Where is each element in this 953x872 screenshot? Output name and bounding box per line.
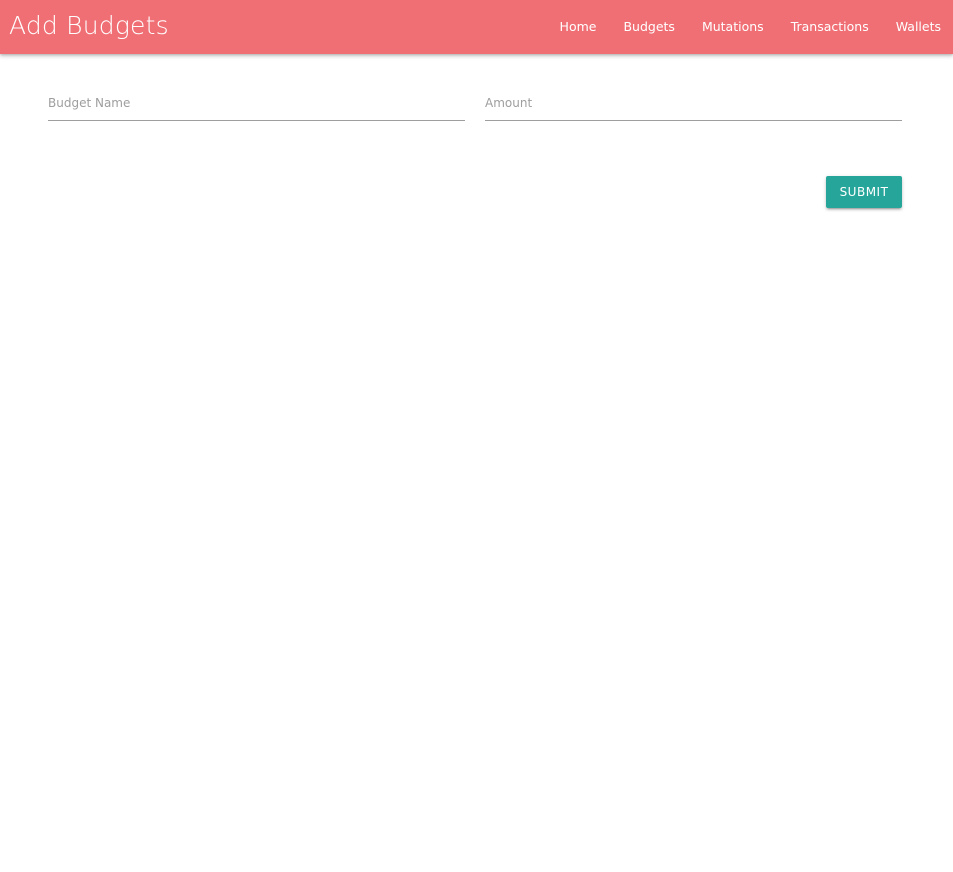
budget-name-input[interactable]	[48, 86, 465, 120]
page-title: Add Budgets	[9, 11, 169, 40]
nav-links: Home Budgets Mutations Transactions Wall…	[546, 0, 953, 54]
nav-link-wallets[interactable]: Wallets	[882, 0, 953, 54]
amount-input[interactable]	[485, 86, 902, 120]
submit-button[interactable]: SUBMIT	[826, 176, 902, 208]
nav-link-budgets[interactable]: Budgets	[610, 0, 688, 54]
budget-name-field	[48, 86, 465, 121]
amount-field	[485, 86, 902, 121]
nav-link-home[interactable]: Home	[546, 0, 610, 54]
nav-link-transactions[interactable]: Transactions	[777, 0, 882, 54]
top-navbar: Add Budgets Home Budgets Mutations Trans…	[0, 0, 953, 54]
nav-link-mutations[interactable]: Mutations	[688, 0, 777, 54]
